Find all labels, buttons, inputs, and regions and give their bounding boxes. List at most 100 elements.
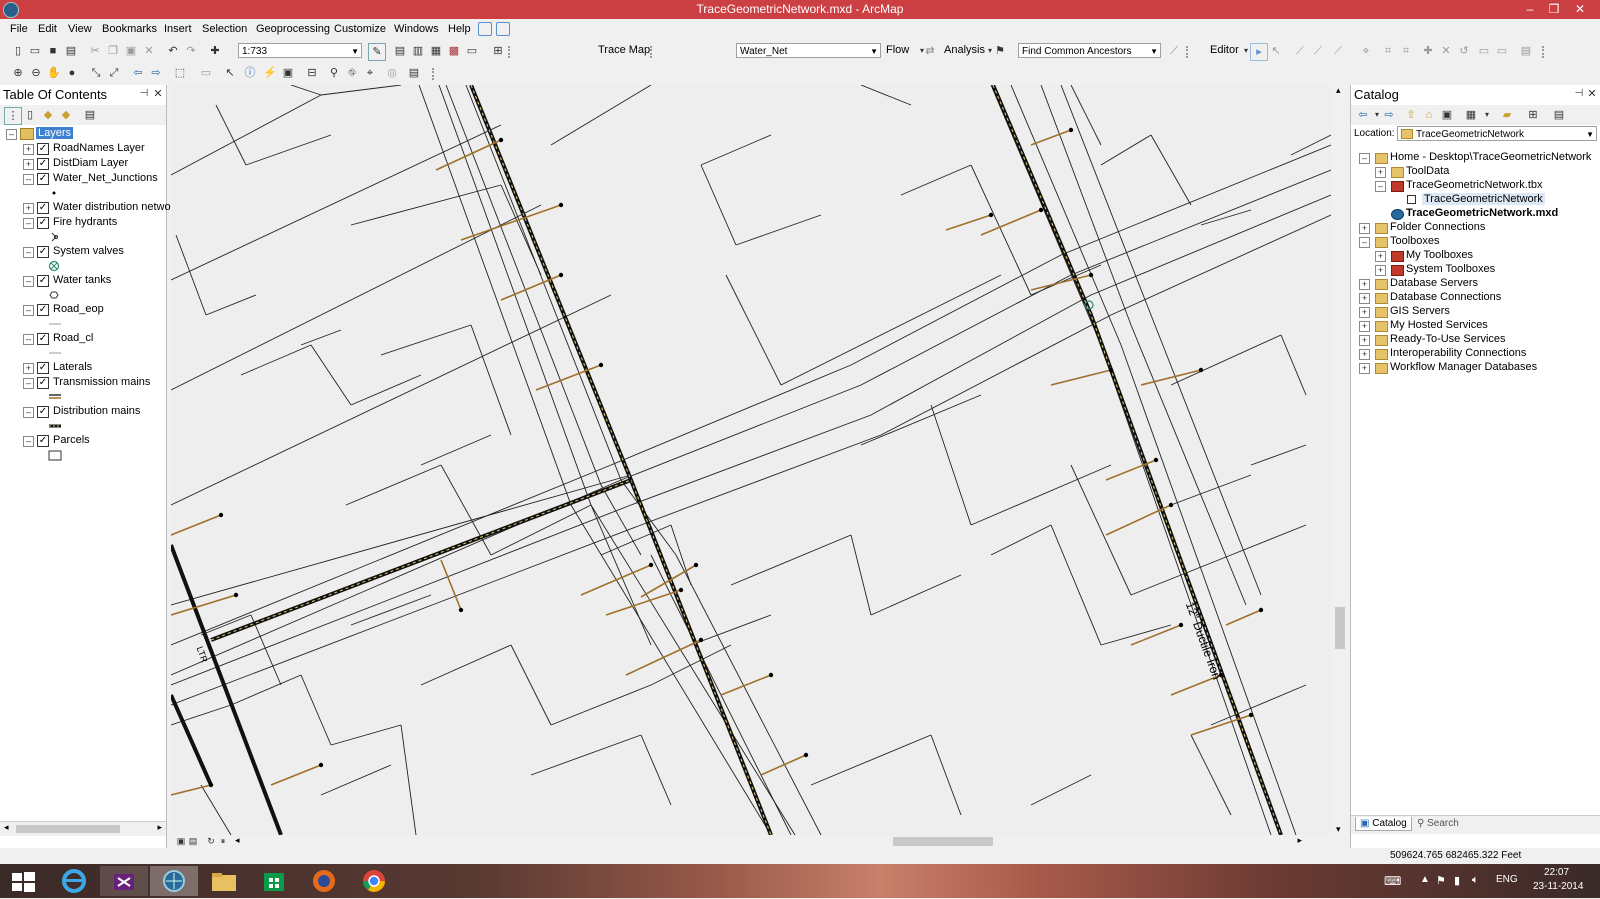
lateral-line[interactable]	[171, 514, 222, 536]
parcel-line[interactable]	[380, 324, 472, 356]
menu-bookmarks[interactable]: Bookmarks	[102, 23, 157, 35]
start-button[interactable]	[0, 866, 48, 896]
html-popup-icon[interactable]: ▣	[280, 65, 296, 81]
toc-layer-label[interactable]: Transmission mains	[53, 376, 150, 388]
hyperlink-icon[interactable]: ⚡	[262, 65, 278, 81]
sketch-icon[interactable]: ↺	[1456, 43, 1472, 59]
parcel-line[interactable]	[670, 524, 692, 586]
map-view[interactable]: 12" Ductile Iron LTR	[171, 85, 1331, 835]
delete-icon[interactable]: ✕	[141, 43, 157, 59]
parcel-line[interactable]	[860, 85, 912, 106]
lateral-line[interactable]	[171, 784, 212, 796]
arctoolbox-icon[interactable]: ▩	[446, 43, 462, 59]
lateral-line[interactable]	[1050, 369, 1112, 386]
lateral-endpoint[interactable]	[988, 212, 994, 218]
toc-layer-label[interactable]: DistDiam Layer	[53, 157, 128, 169]
solve-icon[interactable]: ⟋	[1166, 43, 1182, 59]
new-folder-icon[interactable]: ▰	[1499, 107, 1515, 123]
distribution-main[interactable]	[171, 694, 213, 786]
road-edge[interactable]	[171, 169, 1331, 676]
layer-visibility-checkbox[interactable]: ✓	[37, 406, 49, 418]
parcel-line[interactable]	[930, 404, 972, 526]
catalog-item-label[interactable]: My Toolboxes	[1406, 249, 1473, 261]
select-features-icon[interactable]: ⬚	[172, 65, 188, 81]
menu-help[interactable]: Help	[448, 23, 471, 35]
distribution-main[interactable]	[991, 85, 1283, 835]
layer-visibility-checkbox[interactable]: ✓	[37, 362, 49, 374]
toolbar-grip[interactable]	[432, 68, 440, 80]
toc-hscrollbar[interactable]: ◂ ▸	[0, 821, 166, 836]
clock-date[interactable]: 23-11-2014	[1533, 881, 1583, 892]
print-icon[interactable]: ▤	[63, 43, 79, 59]
minimize-button[interactable]: –	[1519, 1, 1541, 17]
catalog-tree-item[interactable]: + My Toolboxes	[1351, 249, 1600, 263]
expand-icon[interactable]: +	[1375, 251, 1386, 262]
catalog-item-label[interactable]: Database Connections	[1390, 291, 1501, 303]
catalog-tree-item[interactable]: + ToolData	[1351, 165, 1600, 179]
toc-layer-label[interactable]: RoadNames Layer	[53, 142, 145, 154]
action-center-icon[interactable]: ⚑	[1436, 874, 1446, 887]
lateral-endpoint[interactable]	[1088, 272, 1094, 278]
cut-polygon-icon[interactable]: ⌗	[1398, 43, 1414, 59]
parcel-line[interactable]	[1070, 464, 1132, 596]
lateral-endpoint[interactable]	[318, 762, 324, 768]
go-to-xy-icon[interactable]: ⌖	[362, 65, 378, 81]
edit-vertices-icon[interactable]: ⋄	[1358, 43, 1374, 59]
layer-visibility-checkbox[interactable]: ✓	[37, 435, 49, 447]
catalog-item-label[interactable]: TraceGeometricNetwork	[1422, 193, 1545, 205]
parcel-line[interactable]	[310, 344, 352, 406]
keyboard-icon[interactable]: ⌨	[1384, 874, 1401, 888]
expand-icon[interactable]: +	[1375, 265, 1386, 276]
collapse-icon[interactable]: –	[6, 129, 17, 140]
parcel-line[interactable]	[650, 644, 732, 686]
collapse-icon[interactable]: –	[23, 305, 34, 316]
catalog-tree-item[interactable]: TraceGeometricNetwork	[1351, 193, 1600, 207]
catalog-tree-item[interactable]: + Folder Connections	[1351, 221, 1600, 235]
layout-view-icon[interactable]: ▤	[185, 833, 201, 849]
expand-icon[interactable]: +	[1359, 321, 1370, 332]
parcel-line[interactable]	[1100, 624, 1172, 646]
toc-layer-label[interactable]: Water tanks	[53, 274, 111, 286]
parcel-line[interactable]	[640, 734, 672, 806]
analysis-menu[interactable]: Analysis	[944, 44, 985, 56]
show-hidden-icons-icon[interactable]: ▲	[1420, 874, 1430, 885]
toolbar-grip[interactable]	[1186, 46, 1194, 58]
point-tool-icon[interactable]: ⟋	[1330, 43, 1346, 59]
parcel-line[interactable]	[725, 274, 782, 386]
expand-icon[interactable]: +	[1359, 349, 1370, 360]
parcel-line[interactable]	[1070, 85, 1102, 146]
scroll-down-icon[interactable]: ▾	[1336, 824, 1341, 835]
lateral-endpoint[interactable]	[693, 562, 699, 568]
parcel-line[interactable]	[300, 674, 332, 746]
toc-layer-row[interactable]: + ✓ RoadNames Layer	[0, 142, 166, 156]
parcel-line[interactable]	[215, 104, 247, 166]
catalog-item-label[interactable]: System Toolboxes	[1406, 263, 1495, 275]
save-icon[interactable]: ■	[45, 43, 61, 59]
menu-insert[interactable]: Insert	[164, 23, 192, 35]
lateral-line[interactable]	[1130, 624, 1182, 646]
parcel-line[interactable]	[860, 394, 982, 446]
go-forward-icon[interactable]: ⇨	[148, 65, 164, 81]
catalog-tree-item[interactable]: + Database Servers	[1351, 277, 1600, 291]
zoom-in-icon[interactable]: ⊕	[10, 65, 26, 81]
lateral-endpoint[interactable]	[1153, 457, 1159, 463]
expand-icon[interactable]: +	[23, 363, 34, 374]
language-indicator[interactable]: ENG	[1496, 874, 1518, 885]
parcel-line[interactable]	[171, 474, 632, 606]
expand-icon[interactable]: +	[1359, 223, 1370, 234]
menu-geoprocessing[interactable]: Geoprocessing	[256, 23, 330, 35]
find-icon[interactable]: ⚲	[326, 65, 342, 81]
distribution-main[interactable]	[469, 85, 773, 835]
menu-file[interactable]: File	[10, 23, 28, 35]
lateral-line[interactable]	[720, 674, 772, 696]
collapse-icon[interactable]: –	[23, 276, 34, 287]
maximize-button[interactable]: ❐	[1543, 1, 1565, 17]
location-combo[interactable]: TraceGeometricNetwork ▼	[1397, 126, 1597, 141]
editor-menu[interactable]: Editor	[1210, 44, 1239, 56]
collapse-icon[interactable]: –	[23, 174, 34, 185]
close-icon[interactable]: ✕	[1584, 86, 1600, 102]
parcel-line[interactable]	[420, 644, 512, 686]
lateral-line[interactable]	[440, 559, 462, 611]
lateral-line[interactable]	[1030, 274, 1092, 291]
parcel-line[interactable]	[970, 464, 1112, 526]
